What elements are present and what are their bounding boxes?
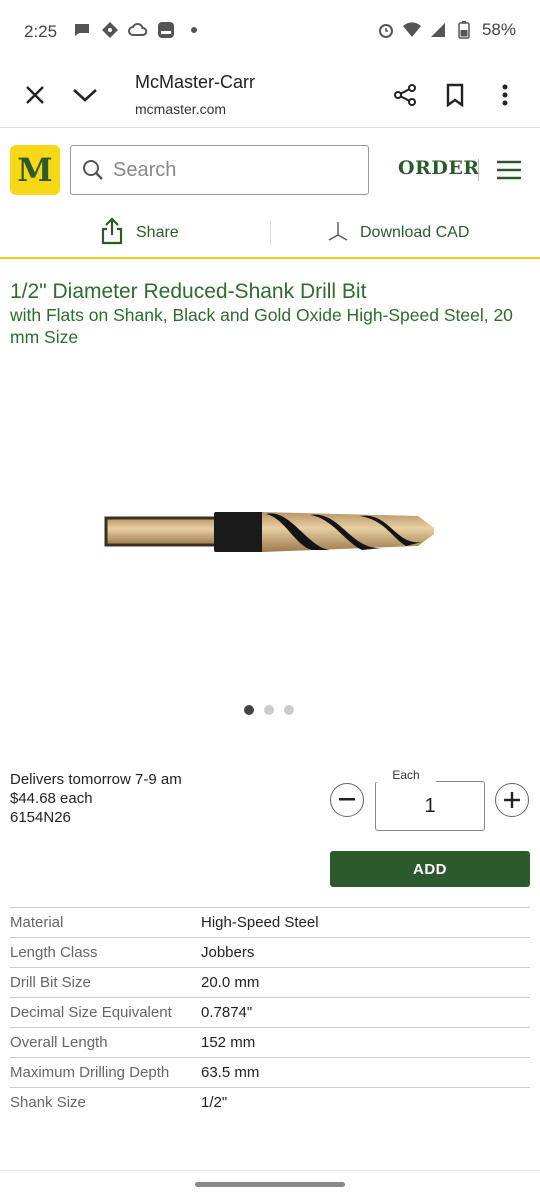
page-url: mcmaster.com (135, 101, 227, 117)
upload-share-icon (100, 216, 124, 250)
chat-icon (72, 20, 92, 40)
table-row: Overall Length 152 mm (10, 1027, 530, 1057)
search-box[interactable] (70, 145, 369, 195)
status-bar: 2:25 58% (0, 0, 540, 64)
carousel-dot[interactable] (264, 705, 274, 715)
image-carousel-dots (244, 705, 294, 715)
tag-icon (100, 20, 120, 40)
search-input[interactable] (113, 158, 353, 182)
spec-value: 1/2" (201, 1094, 228, 1111)
table-row: Drill Bit Size 20.0 mm (10, 967, 530, 997)
battery-percent: 58% (481, 20, 516, 39)
table-row: Decimal Size Equivalent 0.7874" (10, 997, 530, 1027)
spec-value: 20.0 mm (201, 974, 260, 991)
share-icon[interactable] (390, 80, 420, 110)
product-title: 1/2" Diameter Reduced-Shank Drill Bit (10, 280, 367, 303)
specs-table: Material High-Speed Steel Length Class J… (10, 907, 530, 1117)
spec-value: 63.5 mm (201, 1064, 260, 1081)
spec-value: Jobbers (201, 944, 255, 961)
spec-label: Decimal Size Equivalent (10, 1004, 172, 1021)
spec-label: Maximum Drilling Depth (10, 1064, 170, 1081)
battery-icon (454, 20, 474, 40)
mcmaster-logo[interactable]: M (10, 145, 60, 195)
order-info: Delivers tomorrow 7-9 am $44.68 each 615… (10, 770, 182, 827)
price-text: $44.68 each (10, 790, 93, 807)
spec-label: Drill Bit Size (10, 974, 91, 991)
spec-value: 152 mm (201, 1034, 256, 1051)
search-icon (81, 158, 105, 182)
dot-icon (184, 20, 204, 40)
site-header: M ORDER (0, 129, 540, 209)
home-indicator[interactable] (195, 1182, 345, 1187)
product-heading: 1/2" Diameter Reduced-Shank Drill Bit wi… (10, 280, 530, 348)
quantity-unit-label: Each (376, 768, 436, 782)
browser-toolbar: McMaster-Carr mcmaster.com (0, 64, 540, 128)
delivery-text: Delivers tomorrow 7-9 am (10, 771, 182, 788)
more-options-icon[interactable] (490, 80, 520, 110)
header-divider (478, 159, 479, 181)
share-button[interactable]: Share (100, 216, 179, 250)
table-row: Shank Size 1/2" (10, 1087, 530, 1117)
cad-axes-icon (326, 219, 350, 248)
spec-label: Material (10, 914, 64, 931)
add-to-order-button[interactable]: ADD (330, 851, 530, 887)
close-icon[interactable] (20, 80, 50, 110)
table-row: Material High-Speed Steel (10, 907, 530, 937)
quantity-decrease-button[interactable] (330, 783, 364, 817)
download-cad-label: Download CAD (360, 224, 470, 241)
share-label: Share (136, 224, 179, 241)
product-subtitle: with Flats on Shank, Black and Gold Oxid… (10, 305, 513, 347)
table-row: Maximum Drilling Depth 63.5 mm (10, 1057, 530, 1087)
app-icon (156, 20, 176, 40)
order-link[interactable]: ORDER (398, 157, 480, 179)
spec-value: 0.7874" (201, 1004, 253, 1021)
page-title: McMaster-Carr (135, 72, 255, 92)
signal-icon (428, 20, 448, 40)
table-row: Length Class Jobbers (10, 937, 530, 967)
drill-bit-image[interactable] (100, 500, 440, 562)
quantity-input[interactable]: 1 (375, 781, 485, 831)
quantity-increase-button[interactable] (495, 783, 529, 817)
carousel-dot[interactable] (284, 705, 294, 715)
spec-value: High-Speed Steel (201, 914, 319, 931)
product-action-bar: Share Download CAD (0, 209, 540, 259)
bookmark-icon[interactable] (440, 80, 470, 110)
hamburger-menu-icon[interactable] (496, 159, 522, 181)
spec-label: Length Class (10, 944, 98, 961)
alarm-icon (376, 20, 396, 40)
carousel-dot[interactable] (244, 705, 254, 715)
spec-label: Overall Length (10, 1034, 108, 1051)
status-time: 2:25 (24, 22, 58, 41)
wifi-icon (402, 20, 422, 40)
chevron-down-icon[interactable] (70, 80, 100, 110)
part-number: 6154N26 (10, 809, 71, 826)
cloud-icon (128, 20, 148, 40)
action-divider (270, 221, 271, 245)
download-cad-button[interactable]: Download CAD (326, 217, 469, 249)
spec-label: Shank Size (10, 1094, 86, 1111)
